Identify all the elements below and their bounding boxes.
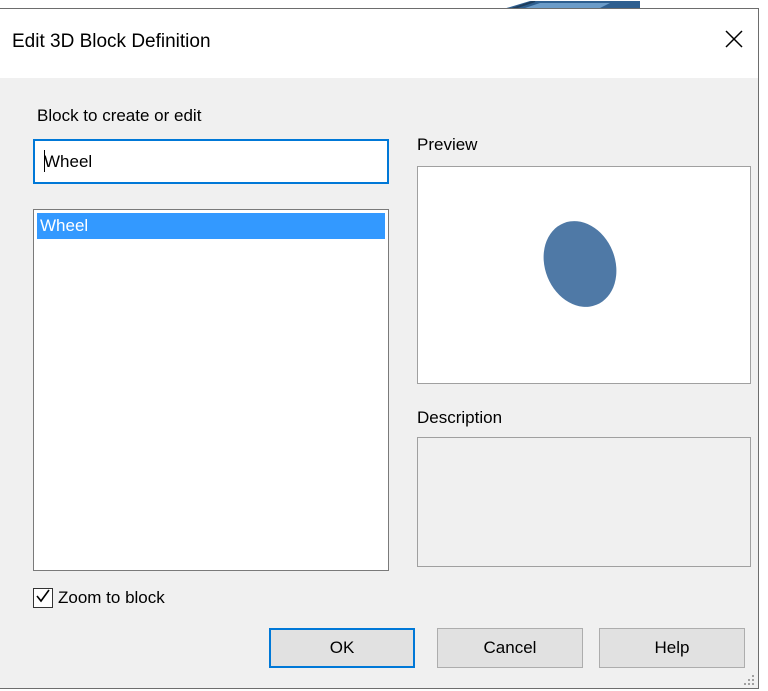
text-caret bbox=[44, 150, 45, 172]
edit-3d-block-dialog: Edit 3D Block Definition Block to create… bbox=[0, 8, 759, 689]
block-list[interactable]: Wheel bbox=[33, 209, 389, 571]
zoom-to-block-checkbox[interactable] bbox=[33, 588, 53, 608]
checkmark-icon bbox=[35, 588, 51, 609]
preview-shape bbox=[543, 221, 617, 307]
close-icon bbox=[724, 29, 744, 54]
description-box[interactable] bbox=[417, 437, 751, 567]
zoom-to-block-option[interactable]: Zoom to block bbox=[33, 585, 165, 611]
zoom-to-block-label: Zoom to block bbox=[58, 588, 165, 607]
list-item-wheel[interactable]: Wheel bbox=[37, 213, 385, 239]
dialog-title: Edit 3D Block Definition bbox=[12, 31, 211, 52]
help-button[interactable]: Help bbox=[599, 628, 745, 668]
description-label: Description bbox=[417, 408, 503, 427]
block-name-label: Block to create or edit bbox=[37, 106, 202, 125]
cancel-button[interactable]: Cancel bbox=[437, 628, 583, 668]
resize-grip-icon[interactable] bbox=[743, 673, 755, 685]
title-bar: Edit 3D Block Definition bbox=[0, 9, 758, 78]
preview-panel bbox=[417, 166, 751, 384]
ok-button[interactable]: OK bbox=[269, 628, 415, 668]
preview-label: Preview bbox=[417, 135, 478, 154]
close-button[interactable] bbox=[714, 21, 754, 61]
block-name-input[interactable] bbox=[33, 139, 389, 184]
